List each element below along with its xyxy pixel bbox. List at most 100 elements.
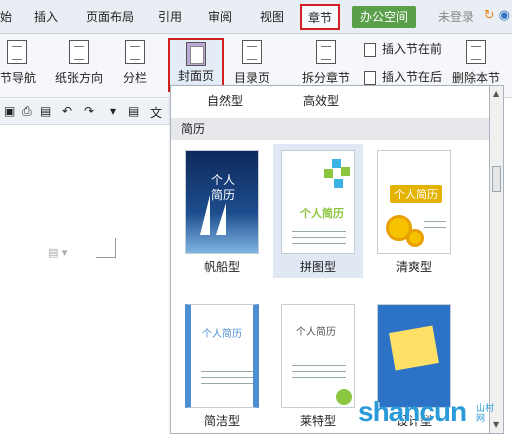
text-line xyxy=(201,377,253,378)
split-section-label: 拆分章节 xyxy=(301,71,350,85)
delete-section-button[interactable]: 删除本节 xyxy=(448,38,504,92)
columns-button[interactable]: 分栏 xyxy=(116,38,154,92)
text-line xyxy=(424,221,446,222)
thumb-title: 个人简历 xyxy=(390,185,442,203)
toc-page-label: 目录页 xyxy=(233,71,270,85)
gallery-scrollbar[interactable]: ▲ ▼ xyxy=(490,85,504,434)
light-thumbnail: 个人简历 xyxy=(281,304,355,408)
sticky-note-shape xyxy=(389,325,439,371)
insert-section-before-button[interactable]: 插入节在前 xyxy=(364,40,442,58)
gallery-tile-sailboat[interactable]: 个人简历 帆船型 xyxy=(177,144,267,278)
insert-after-label: 插入节在后 xyxy=(382,70,443,84)
delete-section-label: 删除本节 xyxy=(451,71,500,85)
gallery-item-efficient[interactable]: 高效型 xyxy=(303,92,339,109)
thumb-title: 个人简历 xyxy=(210,173,235,202)
document-tab[interactable]: 文 xyxy=(150,104,162,121)
text-line xyxy=(201,371,253,372)
scroll-up-icon[interactable]: ▲ xyxy=(493,89,499,98)
columns-label: 分栏 xyxy=(122,71,147,85)
margin-corner-mark xyxy=(96,238,116,258)
toc-page-button[interactable]: 目录页 xyxy=(228,38,276,92)
menu-insert[interactable]: 插入 xyxy=(34,8,58,26)
sailboat-thumbnail: 个人简历 xyxy=(185,150,259,254)
dropdown-icon[interactable]: ▾ xyxy=(110,104,116,118)
tile-caption: 拼图型 xyxy=(299,260,336,274)
delete-section-icon xyxy=(466,40,486,64)
redo-icon[interactable]: ↷ xyxy=(84,104,94,118)
document-tab-icon[interactable]: ▤ xyxy=(128,104,139,118)
save-icon[interactable]: ▣ xyxy=(4,104,15,118)
section-header-resume: 简历 xyxy=(171,118,489,140)
gallery-tile-puzzle[interactable]: 个人简历 拼图型 xyxy=(273,144,363,278)
thumb-title: 个人简历 xyxy=(300,207,344,220)
paste-options-icon[interactable]: ▤ ▾ xyxy=(48,246,67,259)
undo-icon[interactable]: ↶ xyxy=(62,104,72,118)
toc-icon xyxy=(242,40,262,64)
tile-caption: 简洁型 xyxy=(203,414,240,428)
insert-section-after-button[interactable]: 插入节在后 xyxy=(364,68,442,86)
tile-caption: 帆船型 xyxy=(203,260,240,274)
text-line xyxy=(292,237,346,238)
thumb-title: 个人简历 xyxy=(296,327,336,338)
menu-references[interactable]: 引用 xyxy=(158,8,182,26)
document-area[interactable]: ▤ ▾ xyxy=(0,126,170,434)
watermark-logo: shancun xyxy=(358,396,467,427)
gallery-tile-light[interactable]: 个人简历 莱特型 xyxy=(273,298,363,432)
orientation-button[interactable]: 纸张方向 xyxy=(50,38,108,92)
orientation-label: 纸张方向 xyxy=(54,71,103,85)
puzzle-piece xyxy=(341,167,350,176)
text-line xyxy=(292,377,346,378)
cover-page-icon xyxy=(186,42,206,66)
split-section-icon xyxy=(316,40,336,64)
login-status[interactable]: 未登录 xyxy=(438,8,474,26)
menu-view[interactable]: 视图 xyxy=(260,8,284,26)
cover-page-gallery: 自然型 高效型 简历 个人简历 帆船型 个人简历 拼图型 个人简历 清爽型 个人… xyxy=(170,85,490,434)
text-line xyxy=(424,227,446,228)
text-line xyxy=(292,365,346,366)
design-thumbnail xyxy=(377,304,451,408)
tile-caption: 清爽型 xyxy=(395,260,432,274)
scroll-thumb[interactable] xyxy=(492,166,501,192)
section-nav-button[interactable]: 节导航 xyxy=(0,38,37,92)
preview-icon[interactable]: ▤ xyxy=(40,104,51,118)
watermark-subtitle: 山村网 xyxy=(476,404,495,424)
quick-access-toolbar: ▣ ⎙ ▤ ↶ ↷ ▾ ▤ 文 xyxy=(0,99,170,125)
fresh-thumbnail: 个人简历 xyxy=(377,150,451,254)
gallery-tile-fresh[interactable]: 个人简历 清爽型 xyxy=(369,144,459,278)
sail-shape xyxy=(200,195,210,235)
print-icon[interactable]: ⎙ xyxy=(22,104,32,119)
menu-bar: 始 插入 页面布局 引用 审阅 视图 章节 办公空间 未登录 ↻ ◉ xyxy=(0,0,512,34)
menu-review[interactable]: 审阅 xyxy=(208,8,232,26)
leaf-shape xyxy=(336,389,352,405)
text-line xyxy=(292,243,346,244)
split-section-button[interactable]: 拆分章节 xyxy=(294,38,358,92)
text-line xyxy=(292,371,346,372)
thumb-title: 个人简历 xyxy=(202,329,242,340)
sunflower-shape xyxy=(406,229,424,247)
insert-before-label: 插入节在前 xyxy=(382,42,443,56)
tile-caption: 莱特型 xyxy=(299,414,336,428)
menu-section-active[interactable]: 章节 xyxy=(300,4,341,30)
refresh-icon[interactable]: ↻ xyxy=(484,8,495,23)
page-orientation-icon xyxy=(69,40,89,64)
help-icon[interactable]: ◉ xyxy=(499,8,510,23)
text-line xyxy=(201,383,253,384)
puzzle-piece xyxy=(324,169,333,178)
puzzle-piece xyxy=(334,179,343,188)
insert-after-icon xyxy=(364,70,376,85)
menu-page-layout[interactable]: 页面布局 xyxy=(86,8,134,26)
simple-thumbnail: 个人简历 xyxy=(185,304,259,408)
menu-start[interactable]: 始 xyxy=(0,8,12,26)
section-nav-label: 节导航 xyxy=(0,71,37,85)
puzzle-thumbnail: 个人简历 xyxy=(281,150,355,254)
puzzle-piece xyxy=(332,159,341,168)
gallery-tile-simple[interactable]: 个人简历 简洁型 xyxy=(177,298,267,432)
cover-page-button[interactable]: 封面页 xyxy=(168,38,224,92)
insert-before-icon xyxy=(364,42,376,57)
columns-icon xyxy=(125,40,145,64)
gallery-item-natural[interactable]: 自然型 xyxy=(207,92,243,109)
navigation-icon xyxy=(7,40,27,64)
menu-office-space[interactable]: 办公空间 xyxy=(352,6,417,28)
text-line xyxy=(292,231,346,232)
sail-shape xyxy=(216,203,226,235)
